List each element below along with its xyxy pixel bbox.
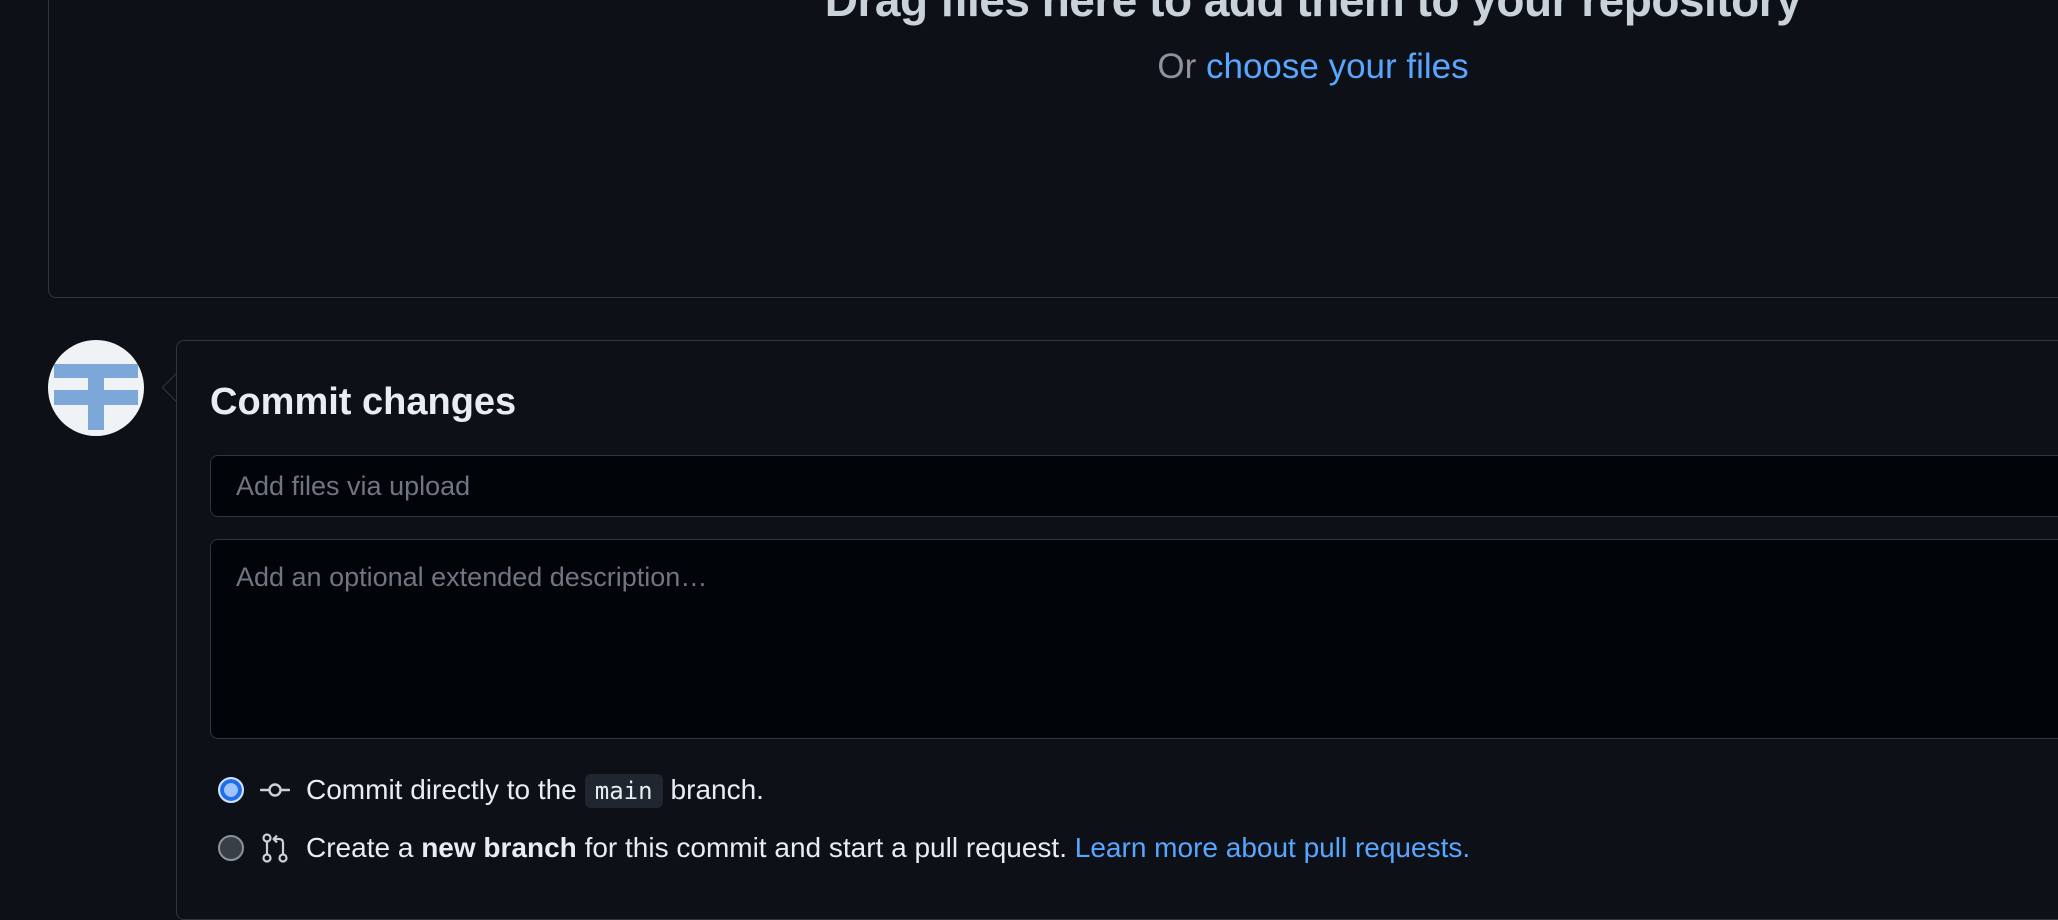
- commit-direct-text: Commit directly to the: [306, 774, 577, 805]
- identicon-avatar-icon: [54, 364, 138, 430]
- commit-changes-panel: Commit changes Commit directly to themai…: [176, 340, 2058, 920]
- new-branch-text-start: Create a: [306, 832, 414, 863]
- avatar[interactable]: [48, 340, 144, 436]
- commit-description-textarea[interactable]: [210, 539, 2058, 739]
- commit-direct-radio[interactable]: [218, 777, 244, 803]
- new-branch-label: Create a new branch for this commit and …: [306, 832, 1470, 864]
- dropzone-title: Drag files here to add them to your repo…: [824, 0, 1802, 26]
- new-branch-radio[interactable]: [218, 835, 244, 861]
- dropzone-subtitle: Or choose your files: [49, 47, 2058, 87]
- commit-summary-input[interactable]: [210, 455, 2058, 517]
- new-branch-text-middle: for this commit and start a pull request…: [584, 832, 1067, 863]
- branch-name: main: [584, 774, 663, 808]
- learn-more-pull-requests-link[interactable]: Learn more about pull requests.: [1075, 832, 1470, 863]
- new-branch-option[interactable]: Create a new branch for this commit and …: [218, 828, 1470, 868]
- git-pull-request-icon: [262, 833, 288, 863]
- choose-files-link[interactable]: choose your files: [1206, 47, 1469, 86]
- file-dropzone[interactable]: Drag files here to add them to your repo…: [48, 0, 2058, 298]
- dropzone-prefix: Or: [1157, 47, 1197, 86]
- commit-direct-option[interactable]: Commit directly to the main branch.: [218, 770, 764, 810]
- new-branch-bold: new branch: [421, 832, 577, 863]
- commit-direct-suffix: branch.: [670, 774, 764, 805]
- git-commit-icon: [260, 783, 290, 797]
- commit-direct-label: Commit directly to the main branch.: [306, 774, 764, 808]
- commit-title: Commit changes: [210, 381, 517, 423]
